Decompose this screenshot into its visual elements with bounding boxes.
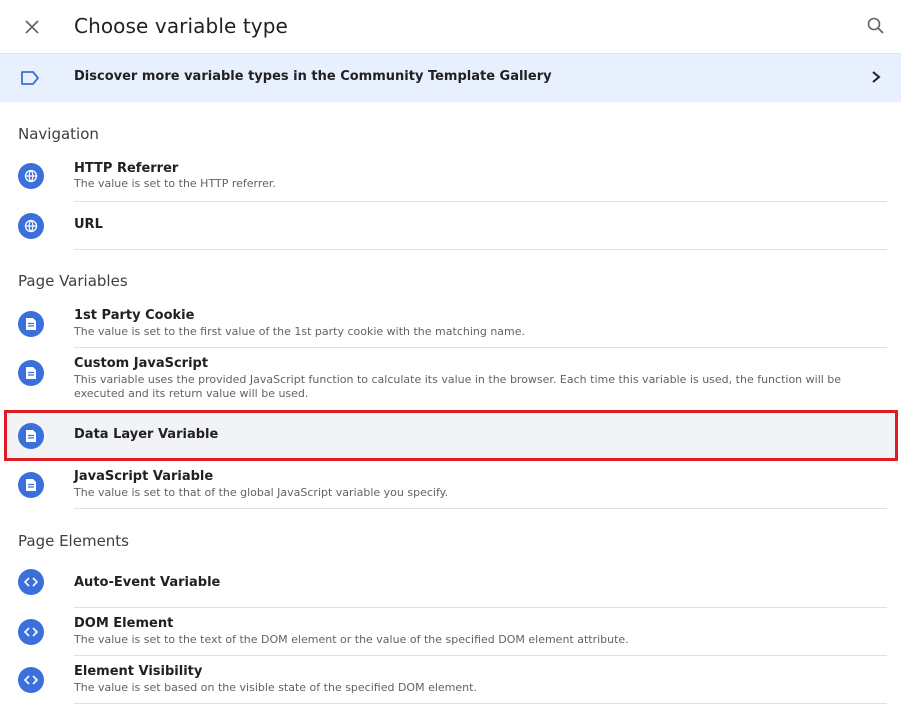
close-icon [25, 20, 39, 34]
list-item-custom-javascript[interactable]: Custom JavaScript This variable uses the… [0, 348, 901, 410]
item-name: HTTP Referrer [74, 161, 179, 176]
section-page-variables: Page Variables [18, 272, 128, 290]
item-name: Element Visibility [74, 664, 203, 679]
item-name: Custom JavaScript [74, 356, 209, 371]
divider [74, 249, 887, 250]
item-name: Data Layer Variable [74, 427, 219, 442]
document-icon [18, 472, 44, 498]
divider [74, 508, 887, 509]
item-name: 1st Party Cookie [74, 308, 195, 323]
list-item-url[interactable]: URL [0, 202, 901, 250]
tag-icon [21, 71, 39, 85]
document-icon [18, 311, 44, 337]
list-item-element-visibility[interactable]: Element Visibility The value is set base… [0, 656, 901, 704]
item-description: The value is set to the text of the DOM … [74, 633, 629, 646]
item-name: JavaScript Variable [74, 469, 214, 484]
item-description: The value is set to the HTTP referrer. [74, 177, 276, 190]
item-description: This variable uses the provided JavaScri… [74, 373, 842, 400]
list-item-dom-element[interactable]: DOM Element The value is set to the text… [0, 608, 901, 656]
close-button[interactable] [19, 14, 45, 40]
search-button[interactable] [863, 13, 889, 39]
globe-icon [18, 163, 44, 189]
item-name: DOM Element [74, 616, 174, 631]
code-icon [18, 667, 44, 693]
code-icon [18, 569, 44, 595]
document-icon [18, 360, 44, 386]
item-name: URL [74, 217, 103, 232]
item-description: The value is set based on the visible st… [74, 681, 477, 694]
code-icon [18, 619, 44, 645]
section-navigation: Navigation [18, 125, 99, 143]
document-icon [18, 423, 44, 449]
community-gallery-banner[interactable]: Discover more variable types in the Comm… [0, 54, 901, 102]
list-item-data-layer-variable[interactable]: Data Layer Variable [0, 410, 901, 461]
list-item-http-referrer[interactable]: HTTP Referrer The value is set to the HT… [0, 152, 901, 202]
banner-text: Discover more variable types in the Comm… [74, 69, 552, 84]
divider [74, 703, 887, 704]
dialog-header: Choose variable type [0, 0, 901, 54]
search-icon [867, 17, 884, 34]
list-item-1st-party-cookie[interactable]: 1st Party Cookie The value is set to the… [0, 300, 901, 348]
item-description: The value is set to that of the global J… [74, 486, 449, 499]
list-item-javascript-variable[interactable]: JavaScript Variable The value is set to … [0, 461, 901, 509]
dialog-title: Choose variable type [74, 14, 288, 38]
chevron-right-icon [872, 71, 881, 83]
item-description: The value is set to the first value of t… [74, 325, 526, 338]
list-item-auto-event-variable[interactable]: Auto-Event Variable [0, 560, 901, 608]
globe-icon [18, 213, 44, 239]
section-page-elements: Page Elements [18, 532, 129, 550]
item-name: Auto-Event Variable [74, 575, 221, 590]
